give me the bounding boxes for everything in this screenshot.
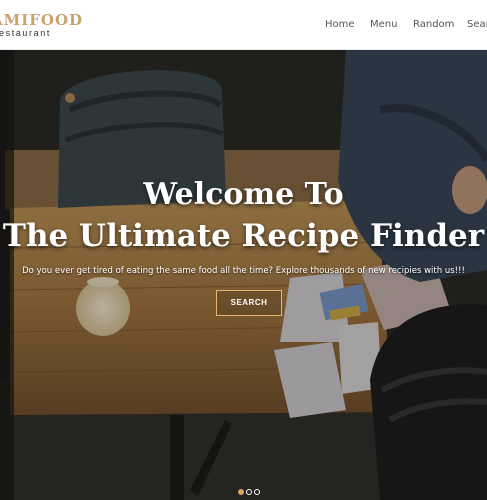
carousel-dot-1[interactable] <box>238 489 244 495</box>
hero-heading-line2: The Ultimate Recipe Finder <box>2 218 485 254</box>
nav-random-link[interactable]: Random <box>413 19 454 30</box>
hero-heading-line1: Welcome To <box>143 177 344 212</box>
carousel-dot-2[interactable] <box>246 489 252 495</box>
brand-logo[interactable]: AMIFOOD estaurant <box>0 12 83 39</box>
carousel-dot-3[interactable] <box>254 489 260 495</box>
brand-name: AMIFOOD <box>0 11 84 29</box>
nav-home-link[interactable]: Home <box>325 19 355 30</box>
navbar: AMIFOOD estaurant Home Menu Random Searc <box>0 0 487 50</box>
nav-search-link[interactable]: Searc <box>467 19 487 30</box>
hero-tagline: Do you ever get tired of eating the same… <box>22 266 465 276</box>
brand-subtitle: estaurant <box>0 28 51 38</box>
hero-section: Welcome To The Ultimate Recipe Finder Do… <box>0 50 487 500</box>
hero-search-button[interactable]: SEARCH <box>216 290 282 316</box>
nav-menu-link[interactable]: Menu <box>370 19 397 30</box>
